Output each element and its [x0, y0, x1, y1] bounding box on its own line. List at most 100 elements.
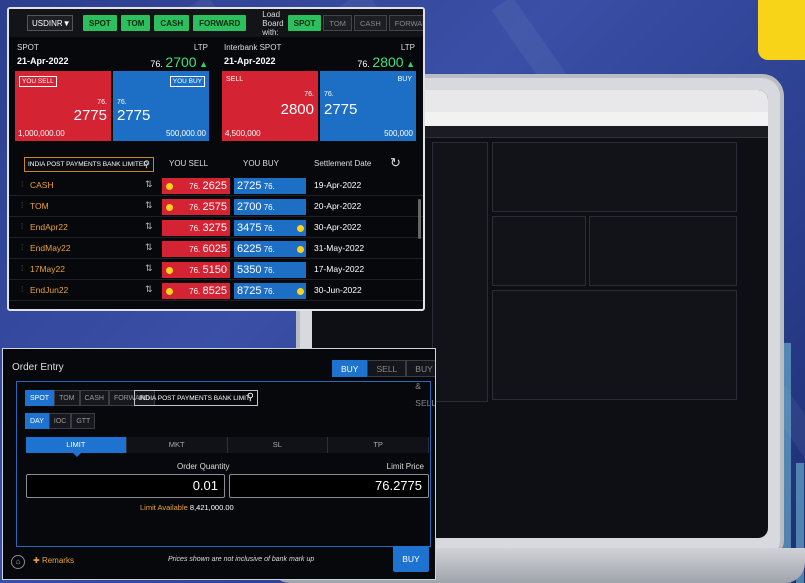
tenor-name: CASH — [30, 180, 54, 190]
buy-tile[interactable]: YOU BUY 76. 2775 500,000.00 — [113, 71, 209, 141]
buy-tile[interactable]: BUY 76. 2775 500,000 — [320, 71, 416, 141]
cash-button[interactable]: CASH — [154, 15, 190, 31]
card-date: 21-Apr-2022 — [17, 56, 69, 66]
table-row: ⁞ EndMay22 ⇅ 76. 6025 6225 76. 31-May-20… — [9, 238, 423, 259]
indicator-dot — [166, 204, 173, 211]
counterparty-input[interactable]: INDIA POST PAYMENTS BANK LIMIT ⚲ — [134, 390, 258, 406]
drag-handle-icon[interactable]: ⁞ — [21, 243, 23, 252]
validity-selector: DAY IOC GTT — [25, 413, 96, 429]
tenor-name: TOM — [30, 201, 49, 211]
limit-available: Limit Available 8,421,000.00 — [140, 503, 234, 512]
limit-price-input[interactable]: 76.2775 — [229, 474, 429, 498]
up-arrow-icon: ▲ — [406, 59, 415, 69]
up-arrow-icon: ▲ — [199, 59, 208, 69]
row-buy-price[interactable]: 8725 76. — [234, 283, 306, 299]
sell-tag: YOU SELL — [19, 76, 57, 87]
tenor-cash-tab[interactable]: CASH — [79, 390, 109, 406]
order-type-mkt-tab[interactable]: MKT — [126, 437, 228, 453]
table-row: ⁞ EndJun22 ⇅ 76. 8525 8725 76. 30-Jun-20… — [9, 280, 423, 301]
header-settlement-date: Settlement Date — [314, 159, 372, 168]
buy-price: 2775 — [324, 101, 358, 118]
search-icon: ⚲ — [246, 392, 254, 403]
side-buy-sell-tab[interactable]: BUY & SELL — [406, 360, 435, 408]
order-form: SPOT TOM CASH FORWARD INDIA POST PAYMENT… — [16, 381, 431, 547]
ltp-label: LTP — [193, 43, 208, 52]
header-you-sell: YOU SELL — [169, 159, 209, 168]
currency-pair-select[interactable]: USDINR ▼ — [27, 15, 73, 31]
order-quantity-input[interactable]: 0.01 — [26, 474, 225, 498]
indicator-dot — [166, 288, 173, 295]
comparison-panel — [492, 216, 586, 286]
table-row: ⁞ CASH ⇅ 76. 2625 2725 76. 19-Apr-2022 — [9, 175, 423, 196]
row-sell-price[interactable]: 76. 3275 — [162, 220, 230, 236]
buy-price: 2775 — [117, 107, 151, 124]
drag-handle-icon[interactable]: ⁞ — [21, 285, 23, 294]
row-sell-price[interactable]: 76. 6025 — [162, 241, 230, 257]
row-buy-price[interactable]: 2725 76. — [234, 178, 306, 194]
yellow-corner-tab — [758, 0, 805, 60]
refresh-icon[interactable]: ↻ — [390, 155, 401, 171]
counterparty-search-input[interactable]: INDIA POST PAYMENTS BANK LIMITED ⚲ — [24, 157, 154, 172]
bank-icon: ⌂ — [11, 555, 25, 569]
table-row: ⁞ EndApr22 ⇅ 76. 3275 3475 76. 30-Apr-20… — [9, 217, 423, 238]
left-mini-panel — [432, 142, 488, 402]
scrollbar[interactable] — [418, 199, 421, 239]
load-forward-button[interactable]: FORWARD — [388, 15, 423, 31]
side-sell-tab[interactable]: SELL — [367, 360, 407, 377]
row-settlement-date: 30-Apr-2022 — [314, 222, 362, 232]
load-board-label: Load Board with: — [262, 9, 284, 37]
table-row: ⁞ 17May22 ⇅ 76. 5150 5350 76. 17-May-202… — [9, 259, 423, 280]
buy-amount: 500,000.00 — [165, 129, 206, 138]
order-type-limit-tab[interactable]: LIMIT — [26, 437, 127, 453]
drag-handle-icon[interactable]: ⁞ — [21, 201, 23, 210]
sell-tile[interactable]: YOU SELL 76. 2775 1,000,000.00 — [15, 71, 111, 141]
submit-buy-button[interactable]: BUY — [393, 546, 429, 572]
bank-comparison-panel — [589, 216, 737, 286]
validity-ioc-tab[interactable]: IOC — [48, 413, 72, 429]
rate-board-panel: USDINR ▼ SPOT TOM CASH FORWARD Load Board… — [7, 7, 425, 311]
drag-handle-icon[interactable]: ⁞ — [21, 264, 23, 273]
order-entry-panel: Order Entry BUY SELL BUY & SELL SPOT TOM… — [2, 348, 436, 580]
swap-icon[interactable]: ⇅ — [145, 179, 153, 190]
swap-icon[interactable]: ⇅ — [145, 284, 153, 295]
swap-icon[interactable]: ⇅ — [145, 200, 153, 211]
sell-tile[interactable]: SELL 76. 2800 4,500,000 — [222, 71, 318, 141]
indicator-dot — [166, 267, 173, 274]
side-buy-tab[interactable]: BUY — [332, 360, 368, 377]
sell-prefix: 76. — [304, 91, 314, 98]
limit-price-label: Limit Price — [386, 462, 424, 471]
swap-icon[interactable]: ⇅ — [145, 263, 153, 274]
ltp-value: 76. 2800 ▲ — [357, 54, 415, 70]
tenor-name: EndApr22 — [30, 222, 68, 232]
validity-gtt-tab[interactable]: GTT — [71, 413, 96, 429]
buy-prefix: 76. — [324, 91, 334, 98]
swap-icon[interactable]: ⇅ — [145, 221, 153, 232]
sell-amount: 4,500,000 — [225, 129, 261, 138]
buy-tag: BUY — [397, 76, 412, 83]
tenor-spot-tab[interactable]: SPOT — [25, 390, 55, 406]
order-type-sl-tab[interactable]: SL — [227, 437, 329, 453]
swap-icon[interactable]: ⇅ — [145, 242, 153, 253]
row-buy-price[interactable]: 6225 76. — [234, 241, 306, 257]
row-buy-price[interactable]: 2700 76. — [234, 199, 306, 215]
tom-button[interactable]: TOM — [120, 15, 151, 31]
load-tom-button[interactable]: TOM — [323, 15, 352, 31]
order-type-tp-tab[interactable]: TP — [328, 437, 429, 453]
card-label: SPOT — [17, 43, 39, 52]
tenor-tom-tab[interactable]: TOM — [54, 390, 80, 406]
drag-handle-icon[interactable]: ⁞ — [21, 180, 23, 189]
validity-day-tab[interactable]: DAY — [25, 413, 49, 429]
drag-handle-icon[interactable]: ⁞ — [21, 222, 23, 231]
pending-orders-panel — [492, 290, 737, 400]
side-selector: BUY SELL BUY & SELL — [332, 360, 435, 408]
interbank-rate-card: Interbank SPOT LTP 21-Apr-2022 76. 2800 ▲… — [221, 41, 418, 147]
sell-tag: SELL — [226, 76, 244, 83]
spot-button[interactable]: SPOT — [83, 15, 117, 31]
row-buy-price[interactable]: 5350 76. — [234, 262, 306, 278]
table-row: ⁞ TOM ⇅ 76. 2575 2700 76. 20-Apr-2022 — [9, 196, 423, 217]
row-buy-price[interactable]: 3475 76. — [234, 220, 306, 236]
load-cash-button[interactable]: CASH — [353, 15, 387, 31]
load-spot-button[interactable]: SPOT — [287, 15, 322, 31]
remarks-link[interactable]: ✚ Remarks — [33, 556, 74, 565]
forward-button[interactable]: FORWARD — [193, 15, 247, 31]
